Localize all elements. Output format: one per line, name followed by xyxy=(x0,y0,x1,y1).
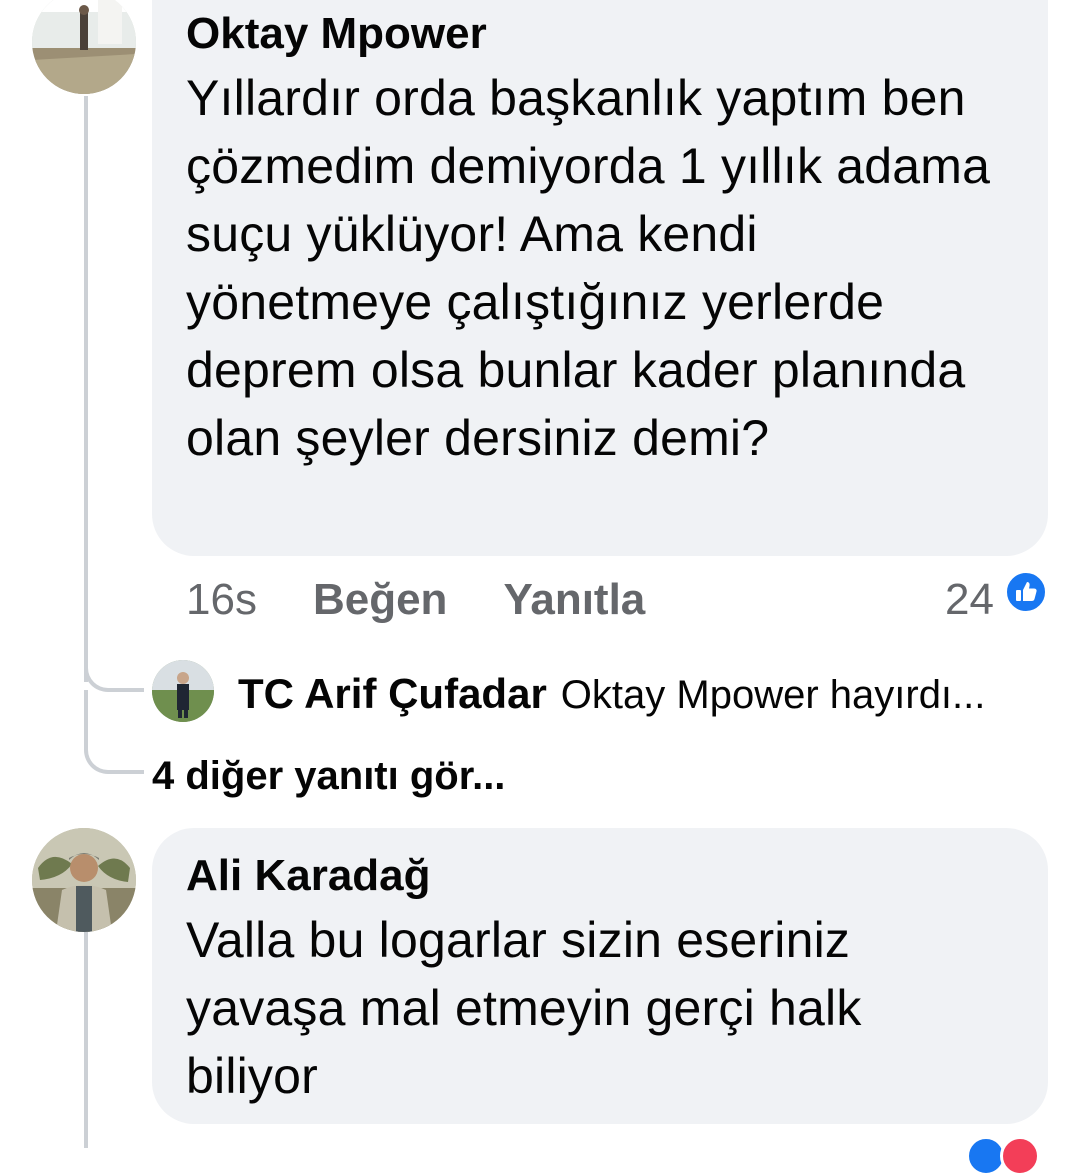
avatar[interactable] xyxy=(32,828,136,932)
more-replies-connector xyxy=(84,690,144,774)
reaction-icons xyxy=(966,1136,1040,1176)
reply-text: Oktay Mpower hayırdı... xyxy=(560,673,986,717)
comment-bubble: Ali Karadağ Valla bu logarlar sizin eser… xyxy=(152,828,1048,1124)
love-icon xyxy=(1000,1136,1040,1176)
reply-avatar[interactable] xyxy=(152,660,214,722)
reply-preview[interactable]: TC Arif Çufadar Oktay Mpower hayırdı... xyxy=(238,664,985,725)
avatar[interactable] xyxy=(32,0,136,94)
comment-author[interactable]: Oktay Mpower xyxy=(186,8,1014,60)
view-more-replies-link[interactable]: 4 diğer yanıtı gör... xyxy=(152,748,505,804)
reply-connector xyxy=(84,640,144,692)
reply-author[interactable]: TC Arif Çufadar xyxy=(238,670,547,717)
like-icon xyxy=(1004,570,1048,614)
comment-actions: 16s Beğen Yanıtla xyxy=(186,570,701,630)
comment-bubble: Oktay Mpower Yıllardır orda başkanlık ya… xyxy=(152,0,1048,556)
comment-author[interactable]: Ali Karadağ xyxy=(186,850,1014,902)
comment-text: Valla bu logarlar sizin eseriniz yavaşa … xyxy=(186,912,862,1104)
like-button[interactable]: Beğen xyxy=(313,575,447,625)
reply-button[interactable]: Yanıtla xyxy=(503,575,645,625)
comment-time[interactable]: 16s xyxy=(186,575,257,625)
comment-text: Yıllardır orda başkanlık yaptım ben çözm… xyxy=(186,70,991,466)
thread-line xyxy=(84,932,88,1148)
reaction-count[interactable]: 24 xyxy=(945,570,994,630)
thread-line xyxy=(84,96,88,682)
